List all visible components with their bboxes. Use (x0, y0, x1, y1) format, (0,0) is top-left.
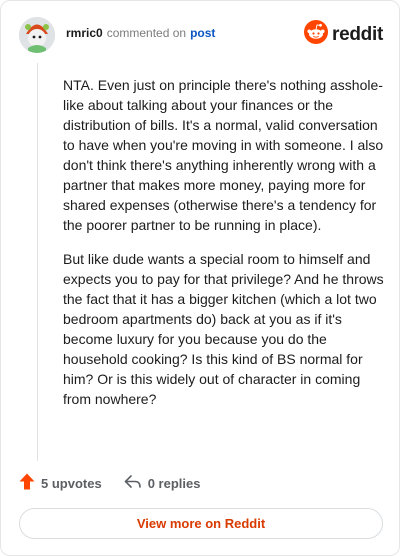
comment-card: rmric0 commented on post reddit NTA. Eve… (0, 0, 400, 556)
upvote-count: 5 upvotes (41, 475, 102, 491)
upvote-button[interactable]: 5 upvotes (19, 473, 102, 493)
comment-body: NTA. Even just on principle there's noth… (63, 75, 385, 423)
post-link[interactable]: post (190, 26, 215, 40)
reply-count: 0 replies (147, 475, 201, 491)
reddit-brand[interactable]: reddit (304, 20, 383, 49)
comment-header: rmric0 commented on post reddit (19, 15, 383, 55)
username[interactable]: rmric0 (66, 26, 103, 40)
view-more-button[interactable]: View more on Reddit (19, 508, 383, 539)
commented-on-label: commented on (106, 26, 187, 40)
reply-button[interactable]: 0 replies (124, 474, 201, 493)
reply-arrow-icon (124, 474, 142, 493)
comment-actions: 5 upvotes 0 replies (19, 473, 200, 493)
thread-line (37, 63, 38, 461)
comment-paragraph: But like dude wants a special room to hi… (63, 251, 384, 407)
upvote-arrow-icon (19, 473, 35, 493)
comment-paragraph: NTA. Even just on principle there's noth… (63, 77, 384, 233)
comment-meta: rmric0 commented on post (66, 26, 215, 40)
reddit-logo-icon (304, 20, 329, 49)
avatar[interactable] (19, 17, 55, 53)
reddit-wordmark: reddit (332, 23, 383, 45)
